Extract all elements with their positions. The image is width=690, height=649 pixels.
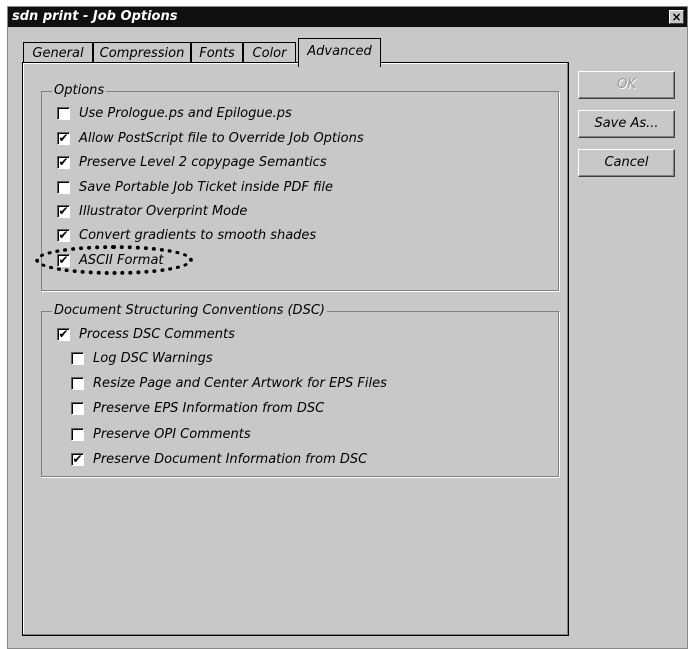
highlight-ellipse bbox=[35, 245, 193, 275]
close-button[interactable]: × bbox=[669, 10, 684, 24]
option-label: Preserve OPI Comments bbox=[93, 427, 251, 442]
checkbox[interactable] bbox=[71, 402, 84, 415]
option-label: Preserve Level 2 copypage Semantics bbox=[79, 155, 327, 170]
tab-advanced[interactable]: Advanced bbox=[298, 38, 381, 67]
option-label: Log DSC Warnings bbox=[93, 351, 213, 366]
title-bar[interactable]: sdn print - Job Options × bbox=[8, 7, 687, 27]
checkbox[interactable]: ✔ bbox=[57, 156, 70, 169]
checkbox[interactable]: ✔ bbox=[57, 132, 70, 145]
option-label: Convert gradients to smooth shades bbox=[79, 228, 317, 243]
ok-button[interactable]: OK bbox=[578, 71, 675, 99]
option-label: Use Prologue.ps and Epilogue.ps bbox=[79, 106, 292, 121]
cancel-button[interactable]: Cancel bbox=[578, 149, 675, 177]
checkbox[interactable] bbox=[57, 181, 70, 194]
checkbox[interactable]: ✔ bbox=[57, 205, 70, 218]
save-as-button[interactable]: Save As... bbox=[578, 110, 675, 138]
checkbox[interactable] bbox=[71, 377, 84, 390]
checkbox[interactable]: ✔ bbox=[57, 229, 70, 242]
checkbox[interactable] bbox=[71, 428, 84, 441]
option-label: Allow PostScript file to Override Job Op… bbox=[79, 131, 364, 146]
option-label: Process DSC Comments bbox=[79, 327, 235, 342]
checkbox[interactable] bbox=[71, 352, 84, 365]
checkbox[interactable] bbox=[57, 107, 70, 120]
checkbox[interactable]: ✔ bbox=[57, 328, 70, 341]
option-label: Save Portable Job Ticket inside PDF file bbox=[79, 180, 333, 195]
advanced-panel: Options Use Prologue.ps and Epilogue.ps … bbox=[22, 62, 569, 636]
option-label: Illustrator Overprint Mode bbox=[79, 204, 248, 219]
option-label: Preserve Document Information from DSC bbox=[93, 452, 368, 467]
options-group-title: Options bbox=[52, 83, 107, 98]
window-title: sdn print - Job Options bbox=[12, 9, 178, 24]
dsc-group: Document Structuring Conventions (DSC) ✔… bbox=[41, 303, 559, 477]
dsc-group-title: Document Structuring Conventions (DSC) bbox=[52, 303, 327, 318]
option-label: Resize Page and Center Artwork for EPS F… bbox=[93, 376, 387, 391]
option-label: Preserve EPS Information from DSC bbox=[93, 401, 325, 416]
checkbox[interactable]: ✔ bbox=[71, 453, 84, 466]
